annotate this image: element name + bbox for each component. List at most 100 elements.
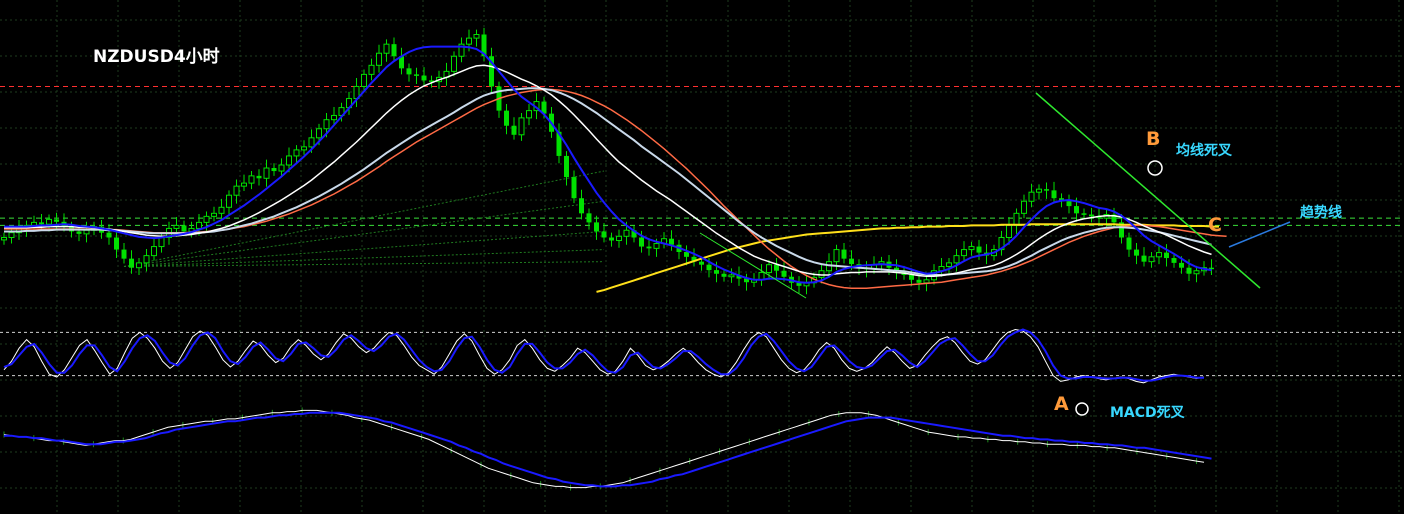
candle-body (781, 270, 787, 277)
candle-body (818, 270, 825, 278)
candle-body (473, 34, 480, 39)
candle-body (639, 237, 644, 247)
candle-body (909, 274, 914, 280)
candle-body (609, 237, 614, 241)
candle-body (594, 222, 599, 232)
candle-body (248, 175, 255, 184)
candle-body (8, 232, 15, 239)
candle-body (136, 262, 142, 269)
fan-line (123, 230, 605, 267)
candle-body (653, 243, 660, 249)
candle-body (114, 237, 119, 250)
candle-body (301, 146, 307, 151)
candle-body (601, 231, 607, 238)
candle-body (841, 249, 847, 259)
candle-body (849, 258, 854, 265)
ma-light-line (4, 87, 1212, 276)
macd-panel (3, 407, 1212, 491)
candle-body (1036, 188, 1042, 193)
candle-body (308, 137, 315, 148)
annotation-c: C (1208, 214, 1222, 236)
annotation-b: B (1146, 128, 1160, 150)
candle-body (196, 221, 202, 229)
candle-body (1074, 206, 1079, 214)
candle-body (278, 164, 285, 172)
candle-body (669, 238, 674, 245)
candle-body (211, 212, 217, 217)
candle-body (1126, 237, 1132, 250)
candle-body (646, 246, 652, 249)
candle-body (121, 249, 127, 259)
trendline (1035, 92, 1261, 289)
candle-body (368, 64, 375, 75)
candle-body (421, 75, 427, 81)
candle-body (1028, 191, 1035, 202)
candle-body (466, 37, 472, 45)
candle-body (263, 167, 270, 179)
candle-body (1006, 224, 1012, 239)
candle-body (1156, 252, 1162, 258)
candle-body (233, 185, 240, 196)
candle-body (1148, 256, 1155, 263)
ma-yellow-line (596, 223, 1219, 293)
candle-body (158, 237, 165, 248)
candle-body (1081, 213, 1087, 215)
candle-body (504, 110, 509, 126)
candle-body (1013, 212, 1020, 226)
candle-body (331, 114, 337, 121)
stochastic-panel (0, 328, 1404, 384)
candle-body (953, 255, 960, 264)
candle-body (54, 219, 59, 222)
ma-salmon-line (4, 88, 1227, 289)
macd-signal-line (4, 411, 1212, 488)
chart-title: NZDUSD4小时 (93, 47, 220, 67)
ma-white-line (4, 64, 1212, 277)
candle-body (564, 155, 569, 178)
candle-body (1186, 267, 1192, 274)
candle-body (391, 44, 397, 57)
candle-body (293, 149, 300, 157)
candle-body (579, 198, 584, 214)
ma-death-cross-label: 均线死叉 (1176, 142, 1233, 159)
candle-body (511, 125, 517, 135)
candle-body (714, 270, 719, 274)
candle-body (1066, 201, 1072, 207)
candle-body (1089, 214, 1094, 217)
candle-body (1021, 200, 1027, 214)
candle-body (414, 74, 419, 76)
candle-body (143, 255, 150, 264)
macd-main-line (3, 409, 1205, 489)
candle-body (684, 252, 689, 257)
candle-body (699, 261, 704, 265)
trend-arrow (1228, 221, 1291, 248)
candle-body (766, 264, 772, 274)
candle-body (83, 229, 90, 235)
candle-body (46, 218, 52, 225)
candle-body (923, 279, 930, 284)
candle-body (968, 246, 975, 251)
forex-chart: NZDUSD4小时 B 均线死叉 C 趋势线 A MACD死叉 (0, 0, 1404, 514)
stoch-main-line (3, 328, 1205, 384)
candle-body (39, 222, 44, 225)
candle-body (721, 273, 727, 277)
candle-body (181, 225, 187, 232)
candle-body (571, 177, 577, 199)
candle-body (1, 237, 7, 241)
candle-body (1164, 252, 1169, 259)
candle-body (376, 52, 382, 66)
cross-marker-b (1147, 160, 1163, 176)
candle-body (526, 110, 532, 119)
candle-body (774, 264, 779, 271)
candle-body (271, 168, 277, 172)
trend-line-label: 趋势线 (1300, 204, 1342, 221)
candle-body (226, 194, 232, 208)
candle-body (1179, 262, 1184, 268)
candle-body (383, 43, 390, 54)
candle-body (451, 55, 457, 72)
candle-body (518, 117, 525, 136)
candle-body (1193, 270, 1200, 275)
candle-body (1044, 189, 1049, 191)
candle-body (203, 215, 210, 223)
candle-body (361, 73, 367, 87)
stoch-signal-line (3, 328, 1204, 382)
